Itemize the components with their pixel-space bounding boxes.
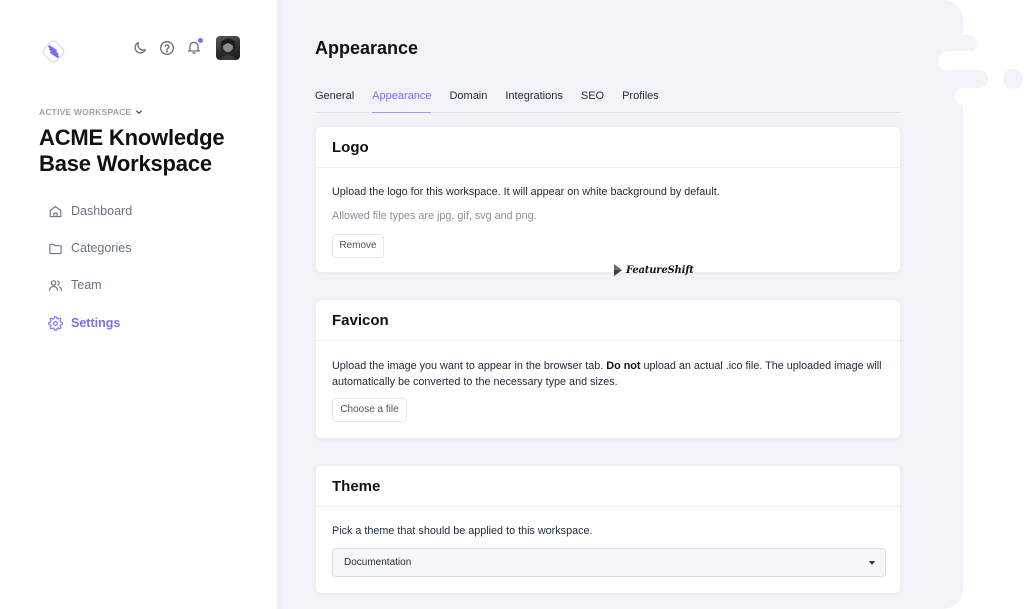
decorative-shape [1003, 69, 1023, 89]
sidebar-item-label: Dashboard [71, 204, 133, 218]
help-icon[interactable] [159, 40, 175, 56]
page-title: Appearance [315, 38, 419, 58]
logo-preview: FeatureShift [613, 263, 694, 277]
moon-icon[interactable] [132, 40, 148, 56]
theme-select-value: Documentation [344, 557, 412, 568]
app-window: ACTIVE WORKSPACE ACME Knowledge Base Wor… [0, 0, 1024, 609]
sidebar-item-categories[interactable]: Categories [48, 237, 248, 259]
card-header: Theme [316, 466, 900, 507]
card-body: Upload the logo for this workspace. It w… [316, 168, 900, 277]
workspace-name: ACME Knowledge Base Workspace [39, 125, 225, 176]
logo-file-types-hint: Allowed file types are jpg, gif, svg and… [332, 210, 537, 222]
theme-section: Theme Pick a theme that should be applie… [315, 465, 901, 594]
chevron-down-icon [136, 110, 143, 114]
theme-description: Pick a theme that should be applied to t… [332, 525, 593, 537]
gear-icon [48, 315, 63, 331]
tab-profiles[interactable]: Profiles [622, 88, 659, 112]
settings-tabs: General Appearance Domain Integrations S… [315, 88, 901, 113]
favicon-description-emphasis: Do not [606, 360, 641, 372]
active-workspace-label: ACTIVE WORKSPACE [39, 107, 132, 117]
favicon-description-text: Upload the image you want to appear in t… [332, 360, 607, 372]
choose-file-button[interactable]: Choose a file [332, 398, 407, 422]
caret-down-icon [869, 560, 875, 565]
tab-domain[interactable]: Domain [449, 88, 487, 112]
tab-appearance[interactable]: Appearance [372, 88, 432, 113]
section-title: Theme [332, 477, 381, 495]
sidebar-item-dashboard[interactable]: Dashboard [48, 200, 248, 222]
theme-select[interactable]: Documentation [332, 548, 886, 577]
sidebar-item-label: Settings [71, 316, 121, 330]
bell-icon[interactable] [186, 38, 203, 55]
logo-preview-text: FeatureShift [626, 264, 694, 276]
card-header: Logo [316, 127, 900, 168]
decorative-shape [938, 51, 978, 71]
logo-description: Upload the logo for this workspace. It w… [332, 186, 720, 198]
card-header: Favicon [316, 300, 900, 341]
sidebar-item-team[interactable]: Team [48, 274, 248, 296]
users-icon [48, 278, 63, 293]
section-title: Logo [332, 138, 369, 156]
logo-preview-mark-icon [614, 264, 622, 276]
remove-logo-button[interactable]: Remove [332, 234, 384, 258]
decorative-shape [955, 88, 975, 105]
active-workspace-dropdown[interactable]: ACTIVE WORKSPACE [39, 107, 143, 117]
sidebar-item-settings[interactable]: Settings [48, 312, 248, 334]
card-body: Upload the image you want to appear in t… [316, 341, 900, 438]
folder-icon [48, 241, 63, 256]
section-title: Favicon [332, 311, 389, 329]
logo-section: Logo Upload the logo for this workspace.… [315, 126, 901, 277]
workspace-logo-icon[interactable] [40, 38, 67, 65]
home-icon [48, 204, 63, 219]
sidebar: ACTIVE WORKSPACE ACME Knowledge Base Wor… [0, 0, 278, 609]
favicon-description: Upload the image you want to appear in t… [332, 358, 884, 390]
tab-general[interactable]: General [315, 88, 354, 112]
card-body: Pick a theme that should be applied to t… [316, 507, 900, 593]
decorative-shape [950, 70, 988, 88]
user-avatar[interactable] [216, 36, 240, 60]
sidebar-item-label: Categories [71, 241, 132, 255]
tab-integrations[interactable]: Integrations [505, 88, 562, 112]
sidebar-item-label: Team [71, 278, 102, 292]
tab-seo[interactable]: SEO [581, 88, 604, 112]
decorative-shape [950, 35, 977, 52]
notification-badge [198, 38, 203, 43]
favicon-section: Favicon Upload the image you want to app… [315, 299, 901, 439]
